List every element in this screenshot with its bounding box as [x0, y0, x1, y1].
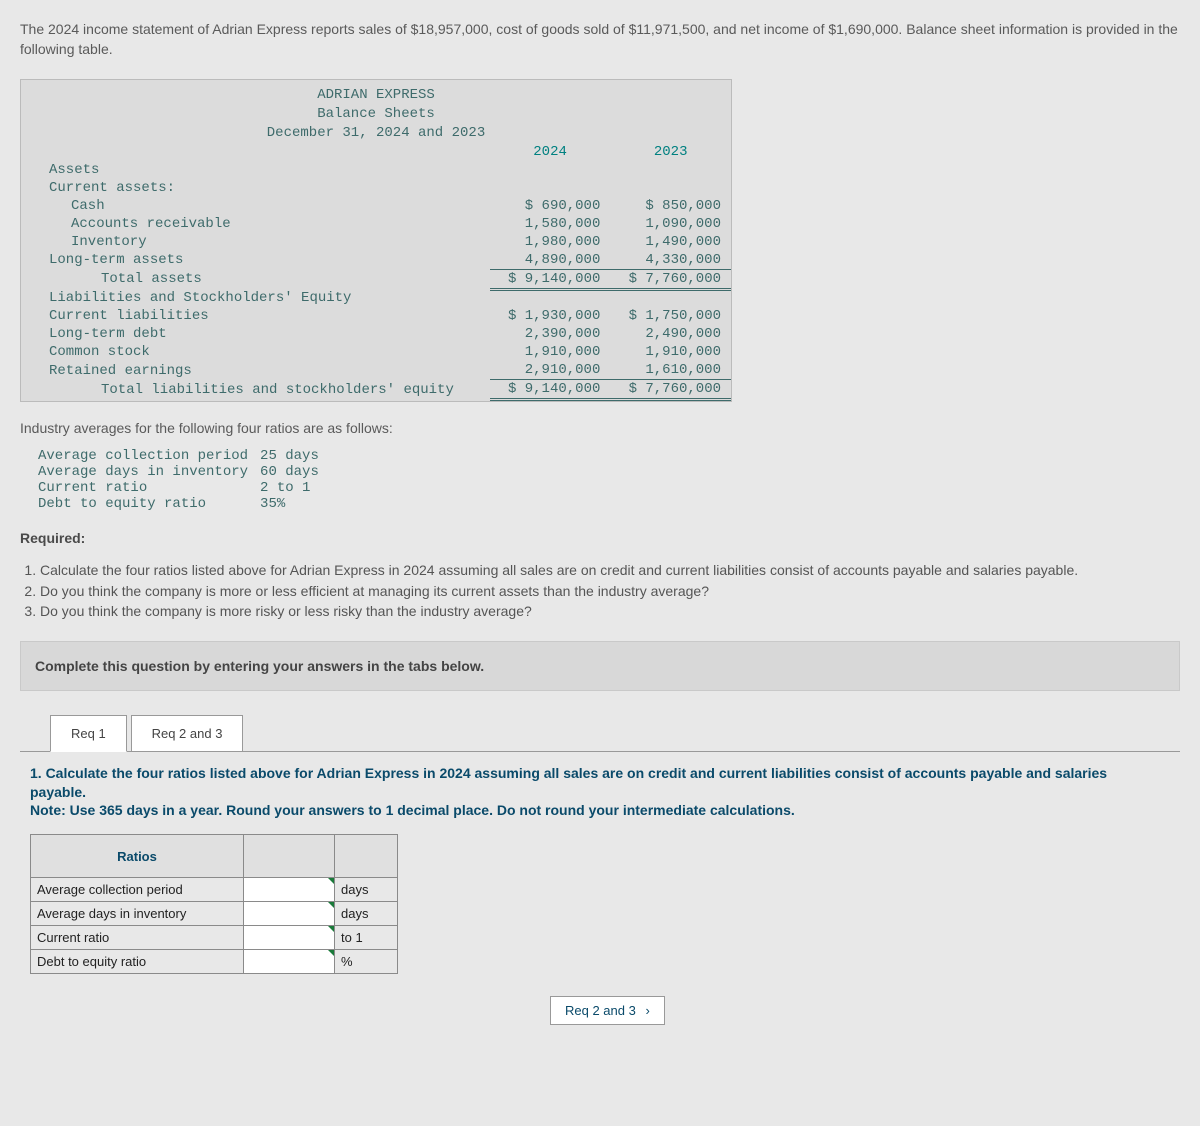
table-row: Current ratio2 to 1: [38, 480, 331, 496]
table-row: Current liabilities$ 1,930,000$ 1,750,00…: [21, 307, 731, 325]
complete-instruction: Complete this question by entering your …: [20, 641, 1180, 691]
required-heading: Required:: [20, 530, 1180, 546]
table-row: Long-term debt2,390,0002,490,000: [21, 325, 731, 343]
list-item: Do you think the company is more or less…: [40, 581, 1180, 601]
averages-intro: Industry averages for the following four…: [20, 420, 1180, 436]
balance-sheet: ADRIAN EXPRESS Balance Sheets December 3…: [20, 79, 732, 402]
next-tab-button[interactable]: Req 2 and 3 ›: [550, 996, 665, 1025]
col-2023: 2023: [610, 143, 731, 161]
bs-title-2: Balance Sheets: [21, 105, 731, 124]
table-row: Current ratio to 1: [31, 926, 398, 950]
tab-req2and3[interactable]: Req 2 and 3: [131, 715, 244, 752]
avg-days-inventory-input[interactable]: [244, 902, 334, 925]
table-row: Total assets$ 9,140,000$ 7,760,000: [21, 269, 731, 289]
table-row: Average days in inventory days: [31, 902, 398, 926]
table-row: Average collection period days: [31, 878, 398, 902]
table-row: Cash$ 690,000$ 850,000: [21, 197, 731, 215]
table-row: Average days in inventory60 days: [38, 464, 331, 480]
next-tab-label: Req 2 and 3: [565, 1003, 636, 1018]
table-row: Long-term assets4,890,0004,330,000: [21, 251, 731, 270]
averages-table: Average collection period25 days Average…: [38, 448, 331, 512]
required-list: Calculate the four ratios listed above f…: [20, 560, 1180, 621]
balance-sheet-table: 2024 2023 Assets Current assets: Cash$ 6…: [21, 143, 731, 402]
chevron-right-icon: ›: [645, 1003, 649, 1018]
intro-text: The 2024 income statement of Adrian Expr…: [20, 20, 1180, 59]
col-2024: 2024: [490, 143, 611, 161]
table-row: Inventory1,980,0001,490,000: [21, 233, 731, 251]
current-assets-heading: Current assets:: [21, 179, 490, 197]
debt-equity-ratio-input[interactable]: [244, 950, 334, 973]
tab-req1[interactable]: Req 1: [50, 715, 127, 752]
list-item: Calculate the four ratios listed above f…: [40, 560, 1180, 580]
list-item: Do you think the company is more risky o…: [40, 601, 1180, 621]
req1-text: 1. Calculate the four ratios listed abov…: [30, 764, 1150, 802]
avg-collection-period-input[interactable]: [244, 878, 334, 901]
table-row: Debt to equity ratio %: [31, 950, 398, 974]
table-row: Common stock1,910,0001,910,000: [21, 343, 731, 361]
tab-bar: Req 1 Req 2 and 3: [50, 715, 1180, 751]
table-row: Total liabilities and stockholders' equi…: [21, 380, 731, 400]
table-row: Debt to equity ratio35%: [38, 496, 331, 512]
bs-title-1: ADRIAN EXPRESS: [21, 86, 731, 105]
table-row: Average collection period25 days: [38, 448, 331, 464]
ratios-header: Ratios: [31, 835, 244, 878]
req1-note: Note: Use 365 days in a year. Round your…: [30, 802, 1170, 818]
table-row: Accounts receivable1,580,0001,090,000: [21, 215, 731, 233]
tab-panel-req1: 1. Calculate the four ratios listed abov…: [20, 751, 1180, 1037]
bs-title-3: December 31, 2024 and 2023: [21, 124, 731, 143]
table-row: Retained earnings2,910,0001,610,000: [21, 361, 731, 380]
assets-heading: Assets: [21, 161, 490, 179]
liab-heading: Liabilities and Stockholders' Equity: [21, 289, 490, 307]
ratios-input-table: Ratios Average collection period days Av…: [30, 834, 398, 974]
current-ratio-input[interactable]: [244, 926, 334, 949]
